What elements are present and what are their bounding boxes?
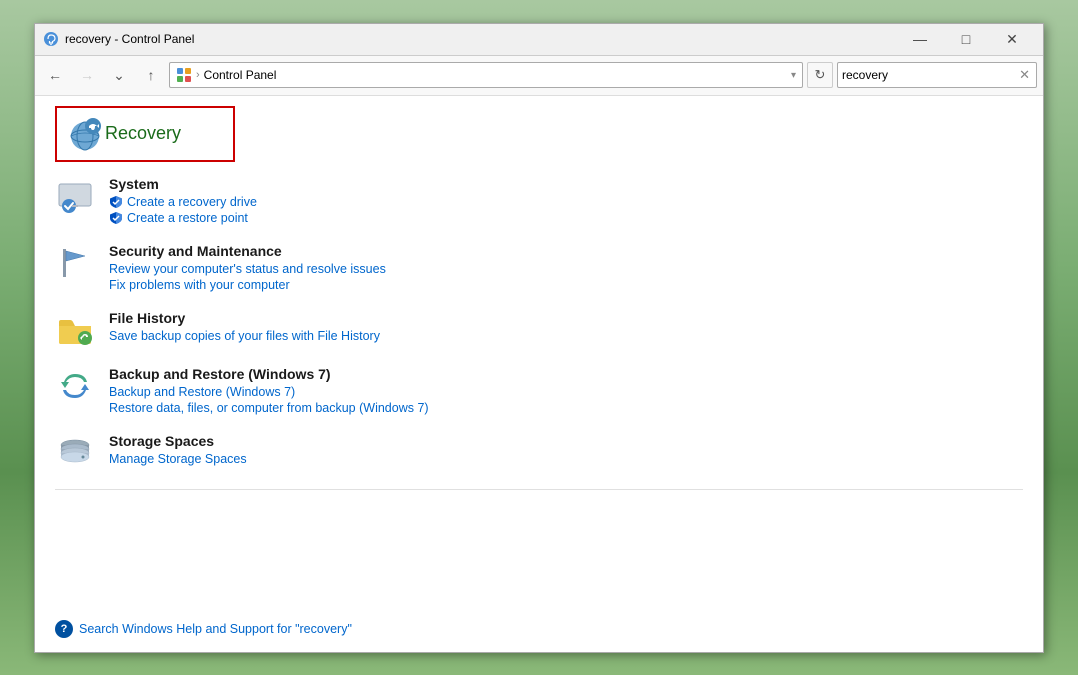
review-status-text: Review your computer's status and resolv… <box>109 262 386 276</box>
path-text: Control Panel <box>204 68 277 82</box>
filehistory-title: File History <box>109 310 1023 326</box>
recovery-icon <box>65 114 105 154</box>
recent-locations-button[interactable]: ⌄ <box>105 61 133 89</box>
address-path[interactable]: › Control Panel ▾ <box>169 62 803 88</box>
path-dropdown[interactable]: ▾ <box>791 70 796 81</box>
title-bar-text: recovery - Control Panel <box>65 32 897 46</box>
security-icon <box>55 243 95 283</box>
manage-storage-text: Manage Storage Spaces <box>109 452 247 466</box>
backup-restore-text: Backup and Restore (Windows 7) <box>109 385 295 399</box>
close-button[interactable]: ✕ <box>989 23 1035 55</box>
backup-content: Backup and Restore (Windows 7) Backup an… <box>109 366 1023 417</box>
backup-icon <box>55 366 95 406</box>
filehistory-svg <box>55 310 95 350</box>
control-panel-icon <box>176 67 192 83</box>
footer-divider <box>55 489 1023 490</box>
system-section: System Create a recovery drive <box>55 176 1023 227</box>
restore-data-text: Restore data, files, or computer from ba… <box>109 401 429 415</box>
system-title: System <box>109 176 1023 192</box>
backup-title: Backup and Restore (Windows 7) <box>109 366 1023 382</box>
forward-button[interactable]: → <box>73 61 101 89</box>
security-svg <box>55 243 95 283</box>
backup-restore-link[interactable]: Backup and Restore (Windows 7) <box>109 385 1023 399</box>
up-button[interactable]: ↑ <box>137 61 165 89</box>
main-window: recovery - Control Panel — □ ✕ ← → ⌄ ↑ ›… <box>34 23 1044 653</box>
review-status-link[interactable]: Review your computer's status and resolv… <box>109 262 1023 276</box>
save-backup-link[interactable]: Save backup copies of your files with Fi… <box>109 329 1023 343</box>
path-separator: › <box>196 69 200 81</box>
back-button[interactable]: ← <box>41 61 69 89</box>
create-restore-point-text: Create a restore point <box>127 211 248 225</box>
help-search-link[interactable]: Search Windows Help and Support for "rec… <box>79 622 352 636</box>
restore-data-link[interactable]: Restore data, files, or computer from ba… <box>109 401 1023 415</box>
shield-icon-1 <box>109 195 123 209</box>
backup-svg <box>55 366 95 406</box>
manage-storage-link[interactable]: Manage Storage Spaces <box>109 452 1023 466</box>
storage-content: Storage Spaces Manage Storage Spaces <box>109 433 1023 468</box>
security-content: Security and Maintenance Review your com… <box>109 243 1023 294</box>
create-recovery-drive-link[interactable]: Create a recovery drive <box>109 195 1023 209</box>
filehistory-icon <box>55 310 95 350</box>
shield-icon-2 <box>109 211 123 225</box>
system-icon <box>55 176 95 216</box>
minimize-button[interactable]: — <box>897 23 943 55</box>
security-title: Security and Maintenance <box>109 243 1023 259</box>
fix-problems-text: Fix problems with your computer <box>109 278 290 292</box>
storage-section: Storage Spaces Manage Storage Spaces <box>55 433 1023 473</box>
help-icon: ? <box>55 620 73 638</box>
fix-problems-link[interactable]: Fix problems with your computer <box>109 278 1023 292</box>
footer: ? Search Windows Help and Support for "r… <box>35 610 1043 652</box>
backup-section: Backup and Restore (Windows 7) Backup an… <box>55 366 1023 417</box>
address-bar: ← → ⌄ ↑ › Control Panel ▾ ↻ ✕ <box>35 56 1043 96</box>
search-clear-button[interactable]: ✕ <box>1017 67 1032 83</box>
storage-title: Storage Spaces <box>109 433 1023 449</box>
storage-svg <box>55 433 95 473</box>
search-input[interactable] <box>842 68 1017 82</box>
storage-icon <box>55 433 95 473</box>
search-box: ✕ <box>837 62 1037 88</box>
recovery-title[interactable]: Recovery <box>105 123 181 144</box>
security-section: Security and Maintenance Review your com… <box>55 243 1023 294</box>
title-bar-icon <box>43 31 59 47</box>
create-restore-point-link[interactable]: Create a restore point <box>109 211 1023 225</box>
recovery-header: Recovery <box>55 106 235 162</box>
refresh-button[interactable]: ↻ <box>807 62 833 88</box>
system-svg <box>55 176 95 216</box>
title-bar: recovery - Control Panel — □ ✕ <box>35 24 1043 56</box>
title-bar-controls: — □ ✕ <box>897 23 1035 55</box>
filehistory-content: File History Save backup copies of your … <box>109 310 1023 345</box>
save-backup-text: Save backup copies of your files with Fi… <box>109 329 380 343</box>
maximize-button[interactable]: □ <box>943 23 989 55</box>
content-area: Recovery System <box>35 96 1043 610</box>
system-content: System Create a recovery drive <box>109 176 1023 227</box>
filehistory-section: File History Save backup copies of your … <box>55 310 1023 350</box>
create-recovery-drive-text: Create a recovery drive <box>127 195 257 209</box>
